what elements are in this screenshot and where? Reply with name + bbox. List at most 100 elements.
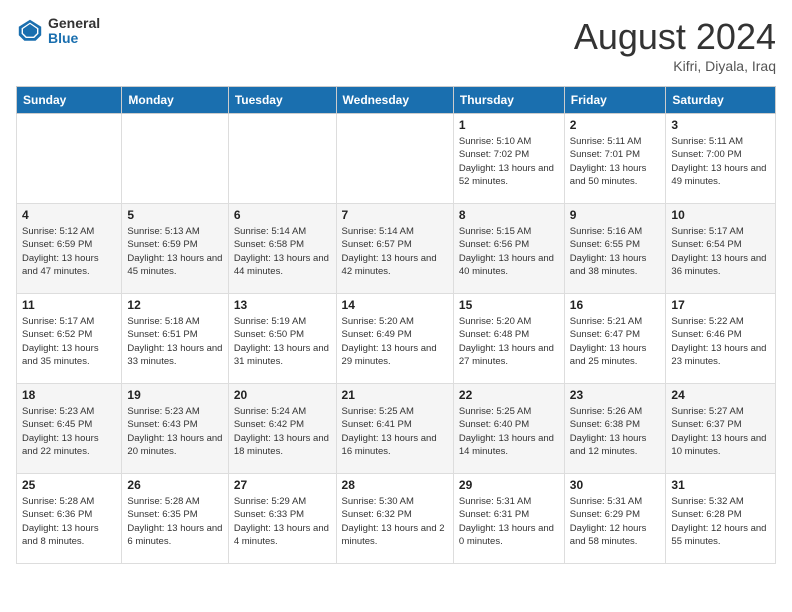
calendar-cell [228, 114, 336, 204]
day-detail: Sunrise: 5:13 AM Sunset: 6:59 PM Dayligh… [127, 225, 222, 278]
month-year-title: August 2024 [574, 16, 776, 58]
day-number: 3 [671, 118, 770, 132]
page-header: General Blue August 2024 Kifri, Diyala, … [16, 16, 776, 74]
day-detail: Sunrise: 5:18 AM Sunset: 6:51 PM Dayligh… [127, 315, 222, 368]
calendar-cell: 4 Sunrise: 5:12 AM Sunset: 6:59 PM Daylig… [17, 204, 122, 294]
header-saturday: Saturday [666, 87, 776, 114]
title-block: August 2024 Kifri, Diyala, Iraq [574, 16, 776, 74]
day-detail: Sunrise: 5:11 AM Sunset: 7:01 PM Dayligh… [570, 135, 661, 188]
day-detail: Sunrise: 5:22 AM Sunset: 6:46 PM Dayligh… [671, 315, 770, 368]
calendar-cell: 15 Sunrise: 5:20 AM Sunset: 6:48 PM Dayli… [453, 294, 564, 384]
calendar-cell: 26Sunrise: 5:28 AM Sunset: 6:35 PM Dayli… [122, 474, 228, 564]
day-number: 28 [342, 478, 448, 492]
calendar-cell: 18Sunrise: 5:23 AM Sunset: 6:45 PM Dayli… [17, 384, 122, 474]
day-detail: Sunrise: 5:12 AM Sunset: 6:59 PM Dayligh… [22, 225, 116, 278]
day-detail: Sunrise: 5:20 AM Sunset: 6:49 PM Dayligh… [342, 315, 448, 368]
calendar-cell: 24 Sunrise: 5:27 AM Sunset: 6:37 PM Dayli… [666, 384, 776, 474]
day-number: 17 [671, 298, 770, 312]
logo: General Blue [16, 16, 100, 47]
day-number: 1 [459, 118, 559, 132]
calendar-cell: 9 Sunrise: 5:16 AM Sunset: 6:55 PM Daylig… [564, 204, 666, 294]
day-detail: Sunrise: 5:32 AM Sunset: 6:28 PM Dayligh… [671, 495, 770, 548]
calendar-cell [336, 114, 453, 204]
calendar-cell: 14 Sunrise: 5:20 AM Sunset: 6:49 PM Dayli… [336, 294, 453, 384]
day-detail: Sunrise: 5:10 AM Sunset: 7:02 PM Dayligh… [459, 135, 559, 188]
calendar-cell: 29 Sunrise: 5:31 AM Sunset: 6:31 PM Dayli… [453, 474, 564, 564]
day-detail: Sunrise: 5:31 AM Sunset: 6:31 PM Dayligh… [459, 495, 559, 548]
calendar-cell: 19Sunrise: 5:23 AM Sunset: 6:43 PM Dayli… [122, 384, 228, 474]
calendar-cell: 12 Sunrise: 5:18 AM Sunset: 6:51 PM Dayli… [122, 294, 228, 384]
day-number: 24 [671, 388, 770, 402]
day-number: 7 [342, 208, 448, 222]
calendar-cell: 6Sunrise: 5:14 AM Sunset: 6:58 PM Daylig… [228, 204, 336, 294]
calendar-week-row: 4 Sunrise: 5:12 AM Sunset: 6:59 PM Daylig… [17, 204, 776, 294]
day-number: 27 [234, 478, 331, 492]
day-detail: Sunrise: 5:14 AM Sunset: 6:57 PM Dayligh… [342, 225, 448, 278]
day-detail: Sunrise: 5:23 AM Sunset: 6:43 PM Dayligh… [127, 405, 222, 458]
calendar-week-row: 1 Sunrise: 5:10 AM Sunset: 7:02 PM Daylig… [17, 114, 776, 204]
day-detail: Sunrise: 5:28 AM Sunset: 6:36 PM Dayligh… [22, 495, 116, 548]
day-number: 22 [459, 388, 559, 402]
day-detail: Sunrise: 5:29 AM Sunset: 6:33 PM Dayligh… [234, 495, 331, 548]
logo-blue-text: Blue [48, 31, 100, 46]
day-number: 18 [22, 388, 116, 402]
calendar-cell: 31 Sunrise: 5:32 AM Sunset: 6:28 PM Dayli… [666, 474, 776, 564]
calendar-cell: 30 Sunrise: 5:31 AM Sunset: 6:29 PM Dayli… [564, 474, 666, 564]
day-number: 6 [234, 208, 331, 222]
calendar-cell [17, 114, 122, 204]
day-number: 12 [127, 298, 222, 312]
calendar-week-row: 11Sunrise: 5:17 AM Sunset: 6:52 PM Dayli… [17, 294, 776, 384]
day-detail: Sunrise: 5:26 AM Sunset: 6:38 PM Dayligh… [570, 405, 661, 458]
calendar-cell: 13Sunrise: 5:19 AM Sunset: 6:50 PM Dayli… [228, 294, 336, 384]
header-tuesday: Tuesday [228, 87, 336, 114]
logo-icon [16, 17, 44, 45]
day-detail: Sunrise: 5:16 AM Sunset: 6:55 PM Dayligh… [570, 225, 661, 278]
logo-general-text: General [48, 16, 100, 31]
day-number: 20 [234, 388, 331, 402]
header-sunday: Sunday [17, 87, 122, 114]
calendar-cell: 17 Sunrise: 5:22 AM Sunset: 6:46 PM Dayli… [666, 294, 776, 384]
day-number: 30 [570, 478, 661, 492]
location-subtitle: Kifri, Diyala, Iraq [574, 58, 776, 74]
calendar-cell: 11Sunrise: 5:17 AM Sunset: 6:52 PM Dayli… [17, 294, 122, 384]
day-detail: Sunrise: 5:11 AM Sunset: 7:00 PM Dayligh… [671, 135, 770, 188]
day-number: 4 [22, 208, 116, 222]
day-detail: Sunrise: 5:31 AM Sunset: 6:29 PM Dayligh… [570, 495, 661, 548]
day-number: 9 [570, 208, 661, 222]
day-number: 8 [459, 208, 559, 222]
day-number: 15 [459, 298, 559, 312]
day-detail: Sunrise: 5:30 AM Sunset: 6:32 PM Dayligh… [342, 495, 448, 548]
calendar-cell: 5Sunrise: 5:13 AM Sunset: 6:59 PM Daylig… [122, 204, 228, 294]
calendar-cell: 23Sunrise: 5:26 AM Sunset: 6:38 PM Dayli… [564, 384, 666, 474]
day-detail: Sunrise: 5:24 AM Sunset: 6:42 PM Dayligh… [234, 405, 331, 458]
header-friday: Friday [564, 87, 666, 114]
day-detail: Sunrise: 5:27 AM Sunset: 6:37 PM Dayligh… [671, 405, 770, 458]
calendar-cell: 25 Sunrise: 5:28 AM Sunset: 6:36 PM Dayli… [17, 474, 122, 564]
day-number: 14 [342, 298, 448, 312]
header-thursday: Thursday [453, 87, 564, 114]
day-number: 2 [570, 118, 661, 132]
day-detail: Sunrise: 5:25 AM Sunset: 6:41 PM Dayligh… [342, 405, 448, 458]
day-number: 10 [671, 208, 770, 222]
day-number: 26 [127, 478, 222, 492]
day-number: 11 [22, 298, 116, 312]
calendar-header-row: SundayMondayTuesdayWednesdayThursdayFrid… [17, 87, 776, 114]
day-number: 16 [570, 298, 661, 312]
day-number: 25 [22, 478, 116, 492]
day-detail: Sunrise: 5:20 AM Sunset: 6:48 PM Dayligh… [459, 315, 559, 368]
calendar-table: SundayMondayTuesdayWednesdayThursdayFrid… [16, 86, 776, 564]
calendar-cell: 16 Sunrise: 5:21 AM Sunset: 6:47 PM Dayli… [564, 294, 666, 384]
day-detail: Sunrise: 5:21 AM Sunset: 6:47 PM Dayligh… [570, 315, 661, 368]
calendar-cell [122, 114, 228, 204]
day-number: 21 [342, 388, 448, 402]
day-number: 31 [671, 478, 770, 492]
calendar-cell: 8 Sunrise: 5:15 AM Sunset: 6:56 PM Daylig… [453, 204, 564, 294]
day-number: 13 [234, 298, 331, 312]
calendar-cell: 21 Sunrise: 5:25 AM Sunset: 6:41 PM Dayli… [336, 384, 453, 474]
calendar-cell: 10Sunrise: 5:17 AM Sunset: 6:54 PM Dayli… [666, 204, 776, 294]
logo-text: General Blue [48, 16, 100, 47]
day-number: 29 [459, 478, 559, 492]
calendar-cell: 3 Sunrise: 5:11 AM Sunset: 7:00 PM Daylig… [666, 114, 776, 204]
calendar-week-row: 25 Sunrise: 5:28 AM Sunset: 6:36 PM Dayli… [17, 474, 776, 564]
day-detail: Sunrise: 5:15 AM Sunset: 6:56 PM Dayligh… [459, 225, 559, 278]
